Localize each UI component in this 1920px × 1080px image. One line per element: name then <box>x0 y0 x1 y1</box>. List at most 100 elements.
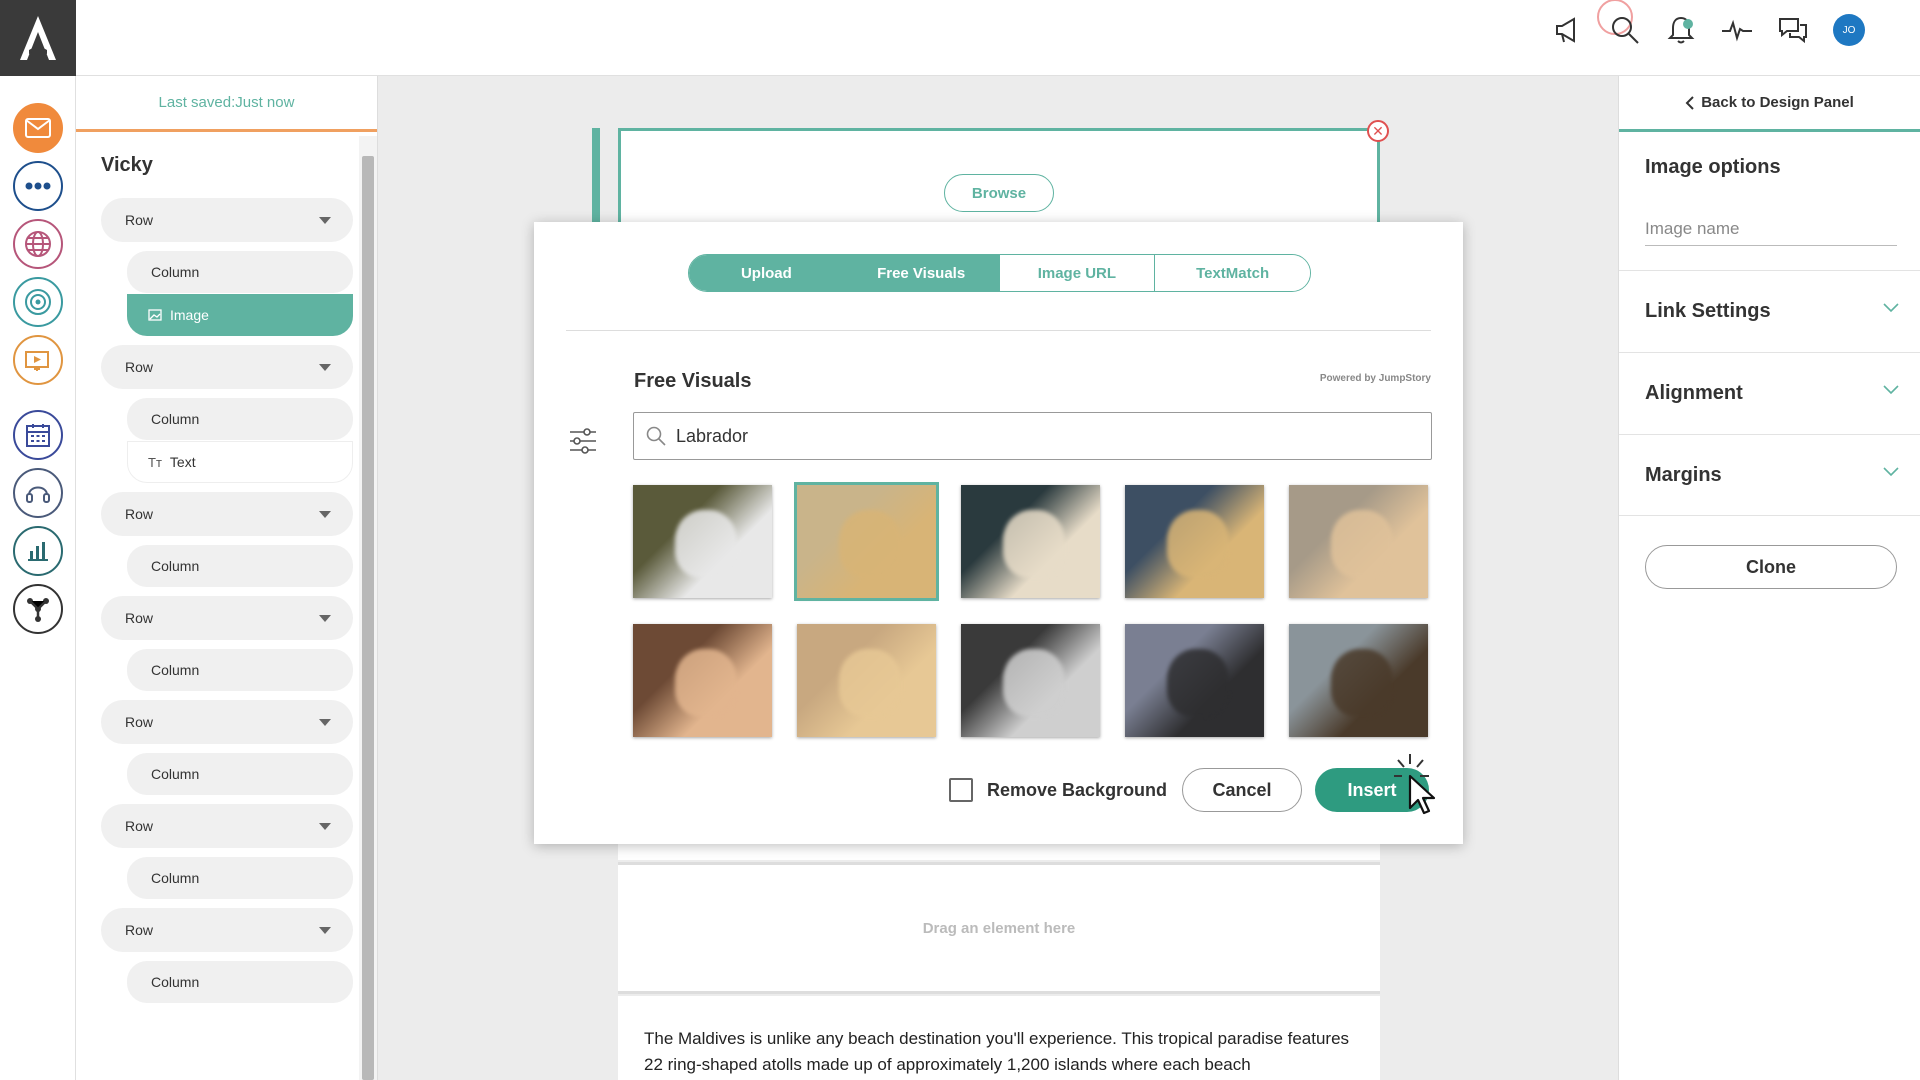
outline-scrollbar[interactable] <box>359 136 377 1080</box>
image-result-thumbnail[interactable] <box>961 485 1100 598</box>
tab-free-visuals[interactable]: Free Visuals <box>843 255 999 291</box>
remove-background-checkbox[interactable] <box>949 778 973 802</box>
tab-textmatch[interactable]: TextMatch <box>1154 255 1310 291</box>
image-result-thumbnail[interactable] <box>633 485 772 598</box>
image-search-input[interactable]: Labrador <box>633 412 1432 460</box>
tree-column[interactable]: Column <box>127 649 353 691</box>
image-options-title: Image options <box>1645 156 1781 178</box>
drop-zone[interactable]: Drag an element here <box>618 862 1380 994</box>
remove-background-label: Remove Background <box>987 779 1168 800</box>
network-nodes-icon <box>27 598 49 622</box>
image-result-thumbnail[interactable] <box>1289 485 1428 598</box>
notification-bell-icon[interactable] <box>1665 14 1697 46</box>
image-picker-modal: Upload Free Visuals Image URL TextMatch … <box>534 222 1463 844</box>
scrollbar-thumb[interactable] <box>362 156 374 1080</box>
dog-silhouette <box>1166 648 1230 717</box>
tree-column-label: Column <box>151 870 200 886</box>
tree-column[interactable]: Column <box>127 251 353 293</box>
back-to-design-panel-link[interactable]: Back to Design Panel <box>1619 76 1920 132</box>
tree-row[interactable]: Row <box>101 596 353 640</box>
text-icon: Tт <box>148 454 162 470</box>
ads-nav-button[interactable] <box>13 335 63 385</box>
search-icon <box>646 426 666 446</box>
tree-column[interactable]: Column <box>127 398 353 440</box>
image-result-thumbnail[interactable] <box>1125 485 1264 598</box>
tree-text-label: Text <box>169 454 196 470</box>
tree-row[interactable]: Row <box>101 804 353 848</box>
image-name-input[interactable] <box>1645 212 1897 246</box>
calendar-nav-button[interactable] <box>13 410 63 460</box>
image-result-thumbnail[interactable] <box>797 624 936 737</box>
announcement-icon[interactable] <box>1553 14 1585 46</box>
close-icon[interactable]: ✕ <box>1367 120 1389 142</box>
caret-down-icon[interactable] <box>319 823 331 830</box>
activity-pulse-icon[interactable] <box>1721 14 1753 46</box>
chevron-down-icon[interactable] <box>1883 467 1899 477</box>
web-nav-button[interactable] <box>13 219 63 269</box>
image-block-bottom <box>618 842 1380 860</box>
tree-column[interactable]: Column <box>127 961 353 1003</box>
tree-row[interactable]: Row <box>101 345 353 389</box>
integrations-nav-button[interactable] <box>13 584 63 634</box>
tree-row[interactable]: Row <box>101 492 353 536</box>
app-logo[interactable]: A <box>0 0 76 76</box>
section-label: Link Settings <box>1645 300 1771 322</box>
link-settings-section[interactable]: Link Settings <box>1619 270 1920 352</box>
chat-icon[interactable] <box>1777 14 1809 46</box>
cancel-button[interactable]: Cancel <box>1182 768 1302 812</box>
tree-column[interactable]: Column <box>127 545 353 587</box>
image-result-thumbnail[interactable] <box>961 624 1100 737</box>
search-icon[interactable] <box>1609 14 1641 46</box>
image-result-thumbnail[interactable] <box>633 624 772 737</box>
tree-row-label: Row <box>125 359 154 375</box>
caret-down-icon[interactable] <box>319 364 331 371</box>
image-result-thumbnail[interactable] <box>794 482 939 601</box>
clone-button[interactable]: Clone <box>1645 545 1897 589</box>
tree-column-label: Column <box>151 558 200 574</box>
dog-silhouette <box>838 509 902 578</box>
user-avatar[interactable]: JO <box>1833 14 1865 46</box>
analytics-nav-button[interactable] <box>13 526 63 576</box>
browse-button[interactable]: Browse <box>944 174 1054 212</box>
headset-icon <box>26 486 50 503</box>
caret-down-icon[interactable] <box>319 719 331 726</box>
tree-text-item[interactable]: Tт Text <box>127 441 353 483</box>
image-result-thumbnail[interactable] <box>1289 624 1428 737</box>
text-content-block[interactable]: The Maldives is unlike any beach destina… <box>618 996 1380 1080</box>
caret-down-icon[interactable] <box>319 927 331 934</box>
alignment-section[interactable]: Alignment <box>1619 352 1920 434</box>
email-nav-button[interactable] <box>13 103 63 153</box>
body-text: The Maldives is unlike any beach destina… <box>644 1029 1350 1074</box>
tree-column[interactable]: Column <box>127 857 353 899</box>
tree-column-label: Column <box>151 411 200 427</box>
tree-row[interactable]: Row <box>101 700 353 744</box>
tab-image-url[interactable]: Image URL <box>998 255 1155 291</box>
remove-background-option[interactable]: Remove Background <box>949 778 1167 802</box>
support-nav-button[interactable] <box>13 468 63 518</box>
image-icon <box>148 309 162 321</box>
ad-screen-icon <box>25 351 49 371</box>
tab-upload[interactable]: Upload <box>689 255 844 291</box>
tree-column[interactable]: Column <box>127 753 353 795</box>
more-nav-button[interactable] <box>13 161 63 211</box>
caret-down-icon[interactable] <box>319 511 331 518</box>
envelope-icon <box>25 118 51 138</box>
margins-section[interactable]: Margins <box>1619 434 1920 516</box>
tree-image-item[interactable]: Image <box>127 294 353 336</box>
caret-down-icon[interactable] <box>319 615 331 622</box>
tree-row-label: Row <box>125 212 154 228</box>
chevron-down-icon[interactable] <box>1883 385 1899 395</box>
chevron-down-icon[interactable] <box>1883 303 1899 313</box>
caret-down-icon[interactable] <box>319 217 331 224</box>
tree-row[interactable]: Row <box>101 908 353 952</box>
tree-row[interactable]: Row <box>101 198 353 242</box>
targeting-nav-button[interactable] <box>13 277 63 327</box>
search-value: Labrador <box>676 425 749 446</box>
powered-by-label: Powered by JumpStory <box>1319 373 1431 384</box>
modal-divider <box>566 330 1431 331</box>
more-dots-icon <box>25 182 51 190</box>
top-bar: A JO <box>0 0 1920 76</box>
tree-column-label: Column <box>151 974 200 990</box>
image-result-thumbnail[interactable] <box>1125 624 1264 737</box>
filter-sliders-icon[interactable] <box>568 426 598 456</box>
